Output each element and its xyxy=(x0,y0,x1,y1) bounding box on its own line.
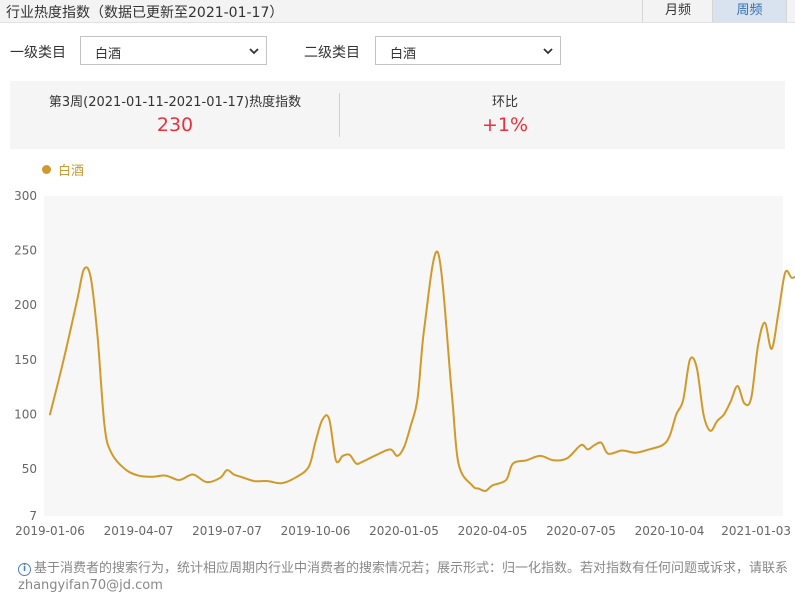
page-title: 行业热度指数（数据已更新至2021-01-17） xyxy=(6,5,284,21)
plot-area xyxy=(44,196,783,516)
header-bar: 行业热度指数（数据已更新至2021-01-17） 月频 周频 xyxy=(0,0,795,23)
x-tick-label: 2019-07-07 xyxy=(192,524,262,538)
x-tick-label: 2021-01-03 xyxy=(721,524,791,538)
level1-category-label: 一级类目 xyxy=(10,45,66,61)
level1-category-value: 白酒 xyxy=(95,47,122,62)
level2-category-value: 白酒 xyxy=(390,47,417,62)
x-tick-label: 2019-01-06 xyxy=(15,524,85,538)
level2-category-select[interactable]: 白酒 xyxy=(375,36,561,65)
level2-category-label: 二级类目 xyxy=(304,45,360,61)
x-tick-label: 2020-04-05 xyxy=(458,524,528,538)
level1-category-select[interactable]: 白酒 xyxy=(80,36,267,65)
y-tick-label: 200 xyxy=(14,298,37,312)
x-tick-label: 2020-10-04 xyxy=(635,524,705,538)
y-tick-label: 100 xyxy=(14,407,37,421)
chevron-down-icon xyxy=(543,48,553,55)
legend-label: 白酒 xyxy=(58,164,85,179)
x-tick-label: 2020-07-05 xyxy=(546,524,616,538)
stats-panel: 第3周(2021-01-11-2021-01-17)热度指数 230 环比 +1… xyxy=(10,81,785,149)
x-tick-label: 2019-04-07 xyxy=(104,524,174,538)
y-tick-label: 50 xyxy=(22,462,37,476)
footnote: i 基于消费者的搜索行为，统计相应周期内行业中消费者的搜索情况若；展示形式：归一化… xyxy=(18,560,788,594)
period-change-value: +1% xyxy=(481,114,529,136)
x-tick-label: 2019-10-06 xyxy=(281,524,351,538)
y-tick-label: 150 xyxy=(14,353,37,367)
y-tick-label: 250 xyxy=(14,244,37,258)
chevron-down-icon xyxy=(249,48,259,55)
tab-monthly[interactable]: 月频 xyxy=(642,0,713,22)
heat-index-label: 第3周(2021-01-11-2021-01-17)热度指数 xyxy=(48,95,302,110)
heat-index-line-chart: 7 50 100 150 200 250 300 2019-01-06 2019-04-07 2… xyxy=(14,189,795,538)
footnote-text: 基于消费者的搜索行为，统计相应周期内行业中消费者的搜索情况若；展示形式：归一化指… xyxy=(18,561,789,593)
y-tick-label: 7 xyxy=(29,509,37,523)
tab-weekly[interactable]: 周频 xyxy=(712,0,787,22)
legend-marker xyxy=(42,165,51,174)
period-change-label: 环比 xyxy=(491,95,518,110)
heat-index-value: 230 xyxy=(156,114,194,136)
info-icon: i xyxy=(18,563,31,576)
y-tick-label: 300 xyxy=(14,189,37,203)
x-tick-label: 2020-01-05 xyxy=(369,524,439,538)
